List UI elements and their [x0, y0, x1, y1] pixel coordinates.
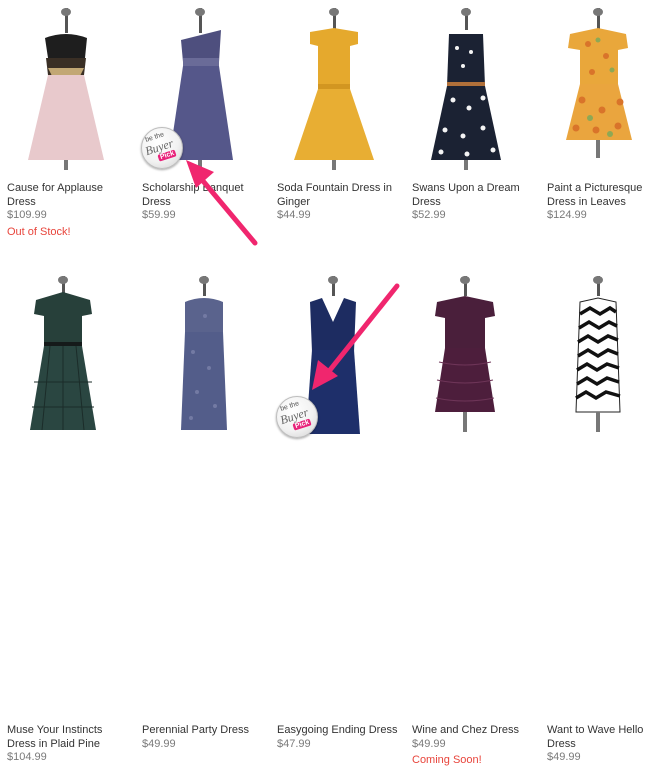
product-image[interactable] — [405, 0, 535, 175]
product-image[interactable] — [540, 272, 650, 447]
product-price: $49.99 — [547, 751, 581, 763]
product-name-link[interactable]: Swans Upon a Dream Dress — [412, 182, 536, 209]
product-grid: Cause for Applause Dress $109.99 Out of … — [0, 0, 650, 766]
product-image[interactable] — [0, 0, 130, 175]
product-name-link[interactable]: Paint a Picturesque Dress in Leaves — [547, 182, 650, 209]
stock-status: Coming Soon! — [412, 754, 482, 766]
product-name-link[interactable]: Wine and Chez Dress — [412, 724, 536, 738]
product-image[interactable] — [0, 272, 130, 447]
buyer-pick-badge[interactable]: be the Buyer Pick — [276, 396, 318, 438]
product-price: $104.99 — [7, 751, 47, 763]
product-image[interactable] — [405, 272, 535, 447]
product-price: $44.99 — [277, 209, 311, 221]
product-name-link[interactable]: Perennial Party Dress — [142, 724, 266, 738]
product-name-link[interactable]: Cause for Applause Dress — [7, 182, 131, 209]
buyer-pick-badge[interactable]: be the Buyer Pick — [141, 127, 183, 169]
product-name-link[interactable]: Soda Fountain Dress in Ginger — [277, 182, 401, 209]
product-name-link[interactable]: Muse Your Instincts Dress in Plaid Pine — [7, 724, 131, 751]
stock-status: Out of Stock! — [7, 225, 71, 238]
product-price: $47.99 — [277, 737, 311, 750]
product-price: $52.99 — [412, 209, 446, 221]
product-price: $109.99 — [7, 209, 47, 221]
product-image[interactable] — [135, 272, 265, 447]
product-price: $49.99 — [412, 737, 446, 750]
product-price: $124.99 — [547, 209, 587, 221]
product-image[interactable] — [270, 0, 400, 175]
product-name-link[interactable]: Want to Wave Hello Dress — [547, 724, 650, 751]
product-price: $49.99 — [142, 737, 176, 750]
product-name-link[interactable]: Scholarship Banquet Dress — [142, 182, 266, 209]
product-image[interactable] — [540, 0, 650, 175]
product-price: $59.99 — [142, 209, 176, 221]
product-name-link[interactable]: Easygoing Ending Dress — [277, 724, 401, 738]
